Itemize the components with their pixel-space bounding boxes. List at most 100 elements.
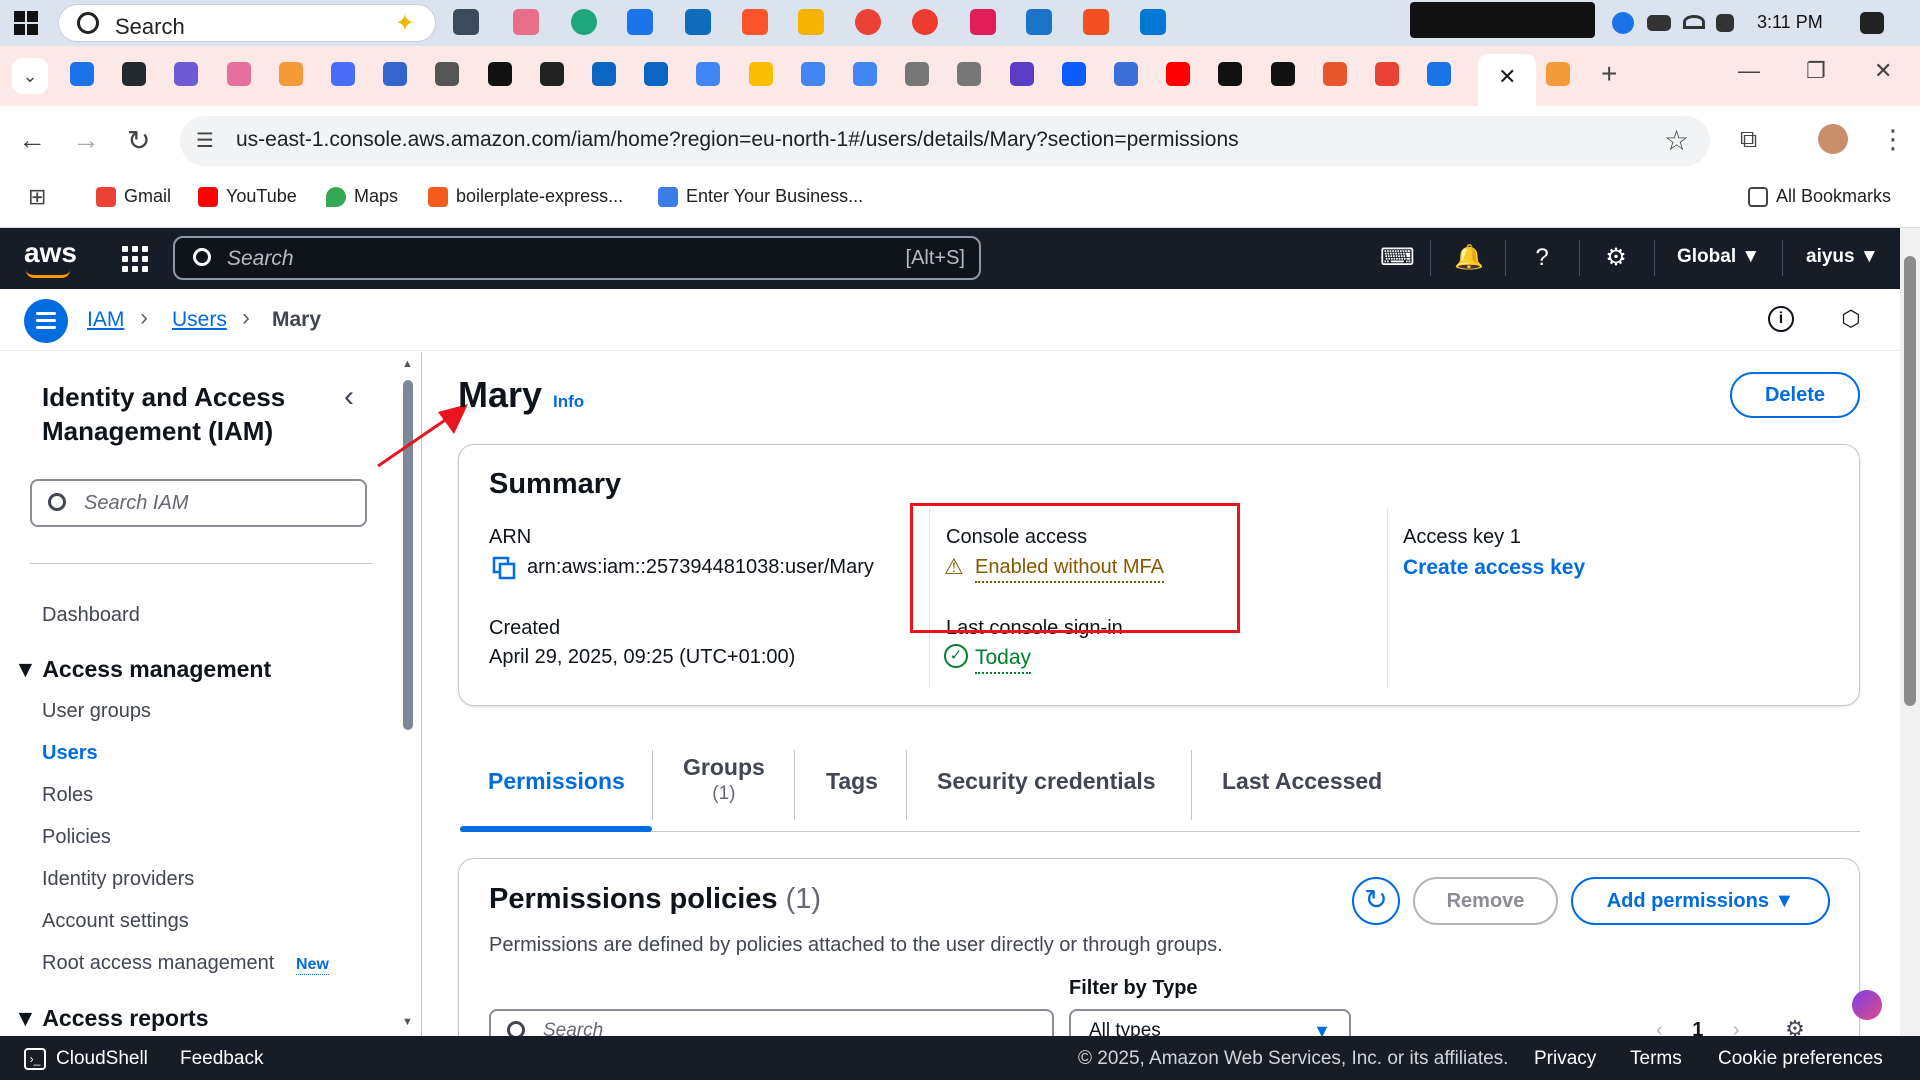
tab-security-credentials[interactable]: Security credentials [937, 768, 1156, 795]
side-section-access-reports[interactable]: ▼ Access reports [14, 1005, 209, 1032]
last-signin-value[interactable]: Today [975, 646, 1032, 674]
wifi-icon[interactable] [1683, 15, 1705, 29]
battery-icon[interactable] [1647, 15, 1671, 31]
info-panel-icon[interactable]: i [1768, 306, 1794, 332]
app-icon-2[interactable] [1083, 9, 1109, 35]
tab-favicon[interactable] [279, 62, 303, 86]
tab-favicon[interactable] [1062, 62, 1086, 86]
close-window-icon[interactable]: ✕ [1874, 58, 1892, 84]
add-permissions-button[interactable]: Add permissions ▼ [1571, 877, 1830, 925]
footer-cloudshell[interactable]: CloudShell [56, 1048, 148, 1070]
bookmark-maps[interactable]: Maps [326, 186, 398, 207]
tab-favicon[interactable] [1375, 62, 1399, 86]
tab-favicon[interactable] [1271, 62, 1295, 86]
tab-favicon[interactable] [435, 62, 459, 86]
capture-toolbar[interactable] [1410, 2, 1595, 38]
brave-icon[interactable] [742, 9, 768, 35]
minimize-icon[interactable]: — [1738, 58, 1760, 84]
all-bookmarks[interactable]: All Bookmarks [1748, 186, 1891, 207]
side-item-policies[interactable]: Policies [42, 826, 111, 849]
restore-icon[interactable]: ❐ [1806, 58, 1826, 84]
side-item-users[interactable]: Users [42, 742, 98, 765]
app-icon[interactable] [1026, 9, 1052, 35]
site-info-icon[interactable]: ☰ [196, 128, 214, 153]
delete-button[interactable]: Delete [1730, 372, 1860, 418]
side-item-identity-providers[interactable]: Identity providers [42, 868, 194, 891]
tab-favicon[interactable] [1218, 62, 1242, 86]
create-access-key-link[interactable]: Create access key [1403, 556, 1585, 580]
windows-start-icon[interactable] [14, 11, 38, 35]
tab-favicon[interactable] [70, 62, 94, 86]
tab-favicon[interactable] [696, 62, 720, 86]
chrome-menu-icon[interactable]: ⋮ [1880, 124, 1906, 155]
chrome-icon[interactable] [855, 9, 881, 35]
tab-favicon[interactable] [1010, 62, 1034, 86]
tab-favicon[interactable] [1166, 62, 1190, 86]
outlook-icon[interactable] [685, 9, 711, 35]
profile-avatar[interactable] [1818, 124, 1848, 154]
forward-icon[interactable]: → [72, 124, 100, 156]
side-item-dashboard[interactable]: Dashboard [42, 604, 140, 627]
footer-privacy[interactable]: Privacy [1534, 1048, 1596, 1070]
tab-favicon[interactable] [227, 62, 251, 86]
edge-icon[interactable] [571, 9, 597, 35]
collapse-nav-icon[interactable]: ‹ [344, 380, 354, 414]
network-cloud-icon[interactable] [1612, 12, 1634, 34]
region-selector[interactable]: Global ▼ [1677, 246, 1760, 268]
amazon-q-icon[interactable] [1852, 990, 1882, 1020]
volume-icon[interactable] [1716, 14, 1734, 32]
reload-icon[interactable]: ↻ [127, 124, 150, 157]
aws-logo[interactable]: aws [24, 237, 77, 269]
tab-search-chevron-icon[interactable]: ⌄ [12, 58, 48, 94]
office-icon[interactable] [912, 9, 938, 35]
tab-permissions[interactable]: Permissions [488, 768, 625, 795]
tab-favicon[interactable] [592, 62, 616, 86]
slack-icon[interactable] [970, 9, 996, 35]
tab-favicon[interactable] [644, 62, 668, 86]
side-item-roles[interactable]: Roles [42, 784, 93, 807]
tab-favicon[interactable] [905, 62, 929, 86]
close-tab-icon[interactable]: ✕ [1498, 64, 1516, 90]
tab-favicon[interactable] [540, 62, 564, 86]
url-text[interactable]: us-east-1.console.aws.amazon.com/iam/hom… [236, 128, 1239, 152]
tab-favicon[interactable] [853, 62, 877, 86]
copy-icon[interactable] [492, 556, 516, 580]
side-section-access-management[interactable]: ▼ Access management [14, 656, 271, 683]
bookmark-gmail[interactable]: Gmail [96, 186, 171, 207]
tab-groups[interactable]: Groups (1) [683, 754, 765, 805]
services-grid-icon[interactable] [122, 246, 148, 272]
tab-favicon[interactable] [331, 62, 355, 86]
tab-favicon[interactable] [174, 62, 198, 86]
refresh-icon[interactable]: ↻ [1352, 877, 1400, 925]
taskbar-search[interactable]: Search ✦ [58, 4, 436, 42]
back-icon[interactable]: ← [18, 124, 46, 156]
help-icon[interactable]: ? [1529, 245, 1555, 271]
tab-favicon[interactable] [488, 62, 512, 86]
apps-grid-icon[interactable]: ⊞ [28, 184, 46, 210]
bookmark-youtube[interactable]: YouTube [198, 186, 297, 207]
store-icon[interactable] [627, 9, 653, 35]
search-iam-input[interactable]: Search IAM [30, 479, 367, 527]
footer-terms[interactable]: Terms [1630, 1048, 1682, 1070]
hexagon-settings-icon[interactable]: ⬡ [1838, 306, 1864, 332]
tab-last-accessed[interactable]: Last Accessed [1222, 768, 1382, 795]
bookmark-star-icon[interactable]: ☆ [1664, 124, 1689, 157]
settings-gear-icon[interactable]: ⚙ [1603, 245, 1629, 271]
aws-search-input[interactable]: Search [Alt+S] [173, 236, 981, 280]
taskbar-clock[interactable]: 3:11 PM [1757, 12, 1823, 33]
notifications-bell-icon[interactable]: 🔔 [1454, 245, 1484, 271]
remove-button[interactable]: Remove [1413, 877, 1558, 925]
tab-favicon[interactable] [749, 62, 773, 86]
tab-favicon-aws[interactable] [1546, 62, 1570, 86]
scroll-down-icon[interactable]: ▼ [402, 1016, 413, 1028]
side-item-account-settings[interactable]: Account settings [42, 910, 189, 933]
tab-favicon[interactable] [1114, 62, 1138, 86]
cloudshell-icon[interactable]: ⌨ [1380, 245, 1415, 271]
bookmark-business[interactable]: Enter Your Business... [658, 186, 863, 207]
breadcrumb-iam[interactable]: IAM [87, 308, 124, 332]
breadcrumb-users[interactable]: Users [172, 308, 227, 332]
tab-favicon[interactable] [383, 62, 407, 86]
footer-feedback[interactable]: Feedback [180, 1048, 263, 1070]
tab-favicon[interactable] [801, 62, 825, 86]
notification-icon[interactable] [1860, 12, 1884, 34]
